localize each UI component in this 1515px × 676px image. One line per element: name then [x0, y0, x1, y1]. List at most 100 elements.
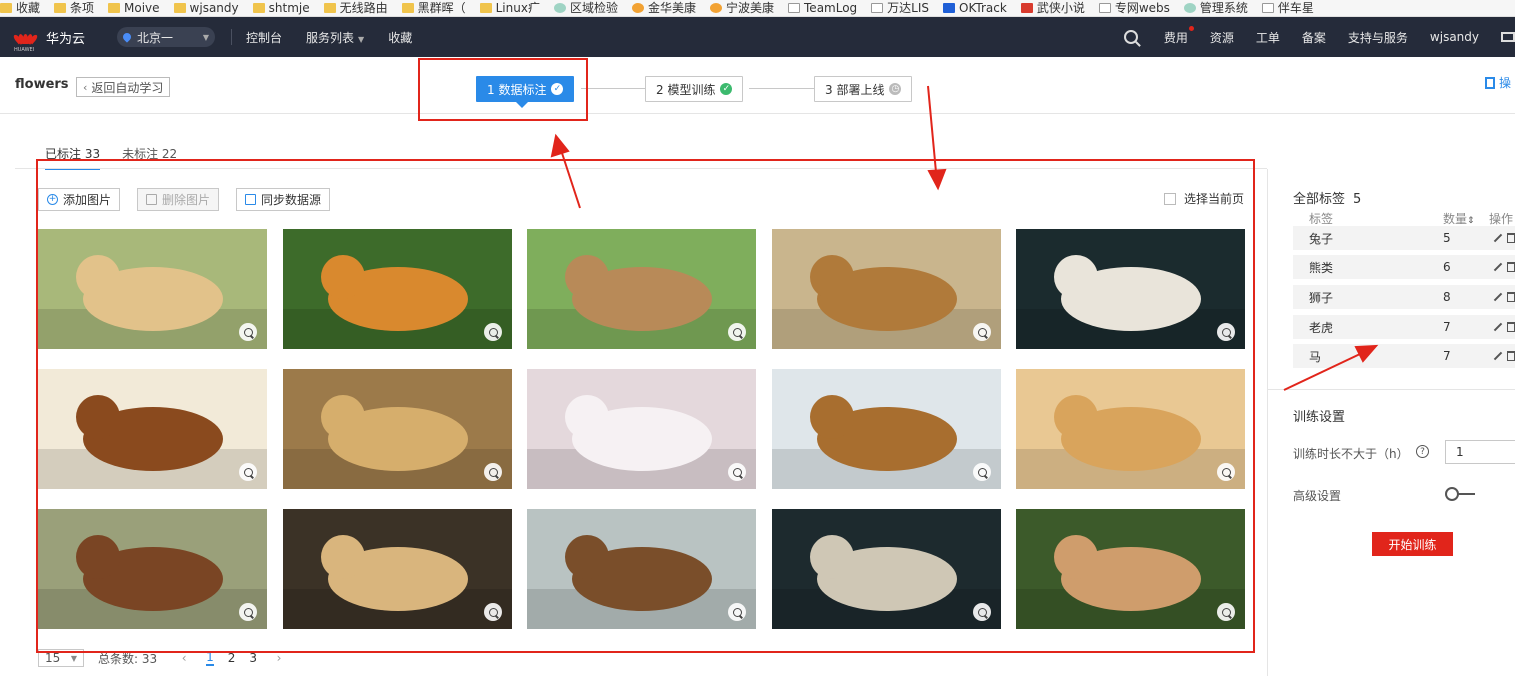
bookmark-icon — [1183, 3, 1196, 13]
col-count-header[interactable]: 数量⇕ — [1443, 210, 1475, 227]
bookmark-icon — [871, 3, 884, 13]
nav-user[interactable]: wjsandy — [1430, 30, 1479, 44]
chevron-left-icon: ‹ — [83, 80, 88, 94]
all-labels-title: 全部标签 5 — [1293, 188, 1361, 207]
operation-guide-link[interactable]: 操 — [1484, 74, 1511, 91]
bookmark-item[interactable]: Moive — [108, 2, 160, 14]
start-training-button[interactable]: 开始训练 — [1372, 532, 1453, 556]
nav-right: 费用 资源 工单 备案 支持与服务 wjsandy — [1123, 17, 1515, 57]
nav-service-list[interactable]: 服务列表 ▼ — [306, 29, 364, 46]
trash-icon[interactable] — [1507, 233, 1515, 243]
nav-billing-label: 费用 — [1163, 30, 1188, 45]
bookmark-item[interactable]: 收藏 — [0, 2, 40, 14]
bookmark-item[interactable]: 区域检验 — [553, 2, 618, 14]
bookmark-item[interactable]: OKTrack — [943, 2, 1007, 14]
step-deploy[interactable]: 3 部署上线 ◷ — [814, 76, 913, 102]
bookmark-label: wjsandy — [189, 1, 239, 15]
notification-dot — [1188, 25, 1194, 31]
bookmark-item[interactable]: 管理系统 — [1183, 1, 1248, 15]
nav-console[interactable]: 控制台 — [246, 29, 282, 46]
nav-billing[interactable]: 费用 — [1163, 25, 1194, 46]
edit-icon[interactable] — [1493, 292, 1503, 302]
chevron-down-icon: ▼ — [358, 34, 365, 44]
label-count: 6 — [1443, 260, 1451, 274]
bookmark-item[interactable]: wjsandy — [173, 1, 239, 15]
bookmark-item[interactable]: 伴车星 — [1261, 2, 1314, 14]
bookmark-label: Moive — [124, 1, 160, 15]
bookmark-label: 条项 — [70, 1, 95, 15]
bookmark-icon — [943, 3, 956, 13]
col-ops-header: 操作 — [1489, 212, 1514, 226]
col-label-header: 标签 — [1309, 212, 1334, 226]
help-icon[interactable]: ? — [1416, 445, 1429, 458]
region-label: 北京一 — [137, 30, 174, 45]
advanced-settings-toggle[interactable] — [1445, 487, 1475, 501]
page-3[interactable]: 3 — [249, 651, 257, 665]
edit-icon[interactable] — [1493, 322, 1503, 332]
chevron-down-icon: ▼ — [202, 32, 210, 42]
section-divider — [1268, 389, 1515, 390]
bookmark-icon — [1261, 3, 1274, 13]
all-labels-count: 5 — [1353, 192, 1362, 207]
nav-filing[interactable]: 备案 — [1302, 29, 1326, 46]
bookmark-label: 武侠小说 — [1036, 1, 1085, 15]
bookmark-icon — [0, 3, 12, 13]
label-name: 兔子 — [1309, 231, 1334, 246]
trash-icon[interactable] — [1507, 351, 1515, 361]
nav-resources[interactable]: 资源 — [1210, 29, 1234, 46]
region-selector[interactable]: 北京一 ▼ — [117, 27, 216, 47]
nav-favorites[interactable]: 收藏 — [388, 29, 412, 46]
bookmark-label: 管理系统 — [1199, 1, 1248, 15]
all-labels-label: 全部标签 — [1293, 192, 1346, 207]
edit-icon[interactable] — [1493, 351, 1503, 361]
back-button-label: 返回自动学习 — [91, 80, 164, 95]
max-hours-label: 训练时长不大于（h） — [1293, 447, 1409, 461]
toggle-knob — [1445, 487, 1459, 501]
search-icon[interactable] — [1123, 30, 1138, 44]
bookmark-item[interactable]: 无线路由 — [323, 2, 388, 14]
mail-icon[interactable] — [1501, 32, 1515, 42]
training-settings-title: 训练设置 — [1293, 410, 1346, 425]
nav-support[interactable]: 支持与服务 — [1348, 29, 1408, 46]
bookmarks-bar: 收藏 条项 Moive wjsandy shtmje 无线路由 黑群晖（ Linux疒 区域检验… — [0, 0, 1515, 17]
trash-icon[interactable] — [1507, 322, 1515, 332]
bookmark-icon — [252, 3, 265, 13]
bookmark-label: 黑群晖（ — [417, 1, 466, 15]
bookmark-item[interactable]: 金华美康 — [631, 2, 696, 14]
annotation-arrowhead — [550, 133, 570, 158]
bookmark-label: Linux疒 — [495, 1, 540, 15]
annotation-box-grid — [36, 159, 1255, 653]
bookmark-item[interactable]: shtmje — [252, 2, 310, 14]
edit-icon[interactable] — [1493, 262, 1503, 272]
bookmark-icon — [1020, 3, 1033, 13]
col-count-header-label: 数量 — [1443, 212, 1468, 226]
edit-icon[interactable] — [1493, 233, 1503, 243]
top-navigation: 华为云 HUAWEI 北京一 ▼ 控制台 服务列表 ▼ 收藏 费用 资源 工单 备… — [0, 17, 1515, 57]
bookmark-item[interactable]: 武侠小说 — [1020, 1, 1085, 15]
bookmark-item[interactable]: 专网webs — [1098, 2, 1170, 14]
trash-icon[interactable] — [1507, 292, 1515, 302]
step-model-training[interactable]: 2 模型训练 ✓ — [645, 76, 744, 102]
label-row: 马7 — [1293, 344, 1515, 368]
back-button[interactable]: ‹ 返回自动学习 — [76, 77, 171, 97]
bookmark-item[interactable]: 黑群晖（ — [401, 1, 466, 15]
label-name: 熊类 — [1309, 260, 1334, 275]
huawei-logo[interactable]: 华为云 — [12, 28, 85, 47]
page-2[interactable]: 2 — [228, 651, 236, 665]
page-size-value: 15 — [45, 651, 61, 665]
bookmark-label: TeamLog — [804, 1, 858, 15]
bookmark-item[interactable]: TeamLog — [788, 2, 857, 14]
bookmark-item[interactable]: 条项 — [54, 2, 94, 14]
step-connector — [581, 88, 645, 89]
max-hours-input[interactable]: 1 — [1445, 440, 1515, 464]
document-icon — [1484, 76, 1495, 89]
trash-icon[interactable] — [1507, 262, 1515, 272]
nav-tickets[interactable]: 工单 — [1256, 29, 1280, 46]
bookmark-icon — [631, 3, 644, 13]
bookmark-item[interactable]: 万达LIS — [871, 2, 929, 14]
bookmark-item[interactable]: 宁波美康 — [710, 2, 774, 14]
max-hours-value: 1 — [1456, 445, 1464, 459]
bookmark-item[interactable]: Linux疒 — [479, 1, 540, 15]
bookmark-icon — [108, 3, 121, 13]
label-row: 老虎 7 — [1293, 315, 1515, 339]
